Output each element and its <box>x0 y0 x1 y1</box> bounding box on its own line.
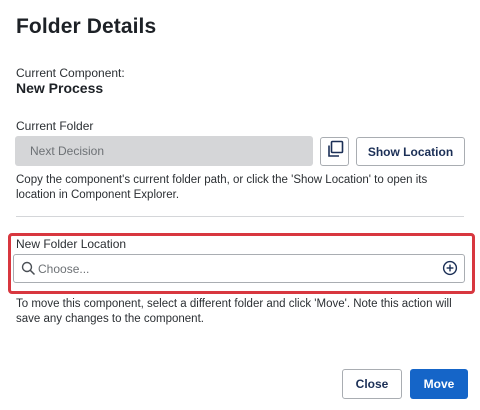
current-folder-label: Current Folder <box>16 119 94 133</box>
move-button[interactable]: Move <box>410 369 468 399</box>
current-folder-field: Next Decision <box>15 136 313 166</box>
search-icon <box>21 261 36 281</box>
close-button[interactable]: Close <box>342 369 402 399</box>
current-component-label: Current Component: <box>16 66 125 80</box>
new-folder-location-label: New Folder Location <box>16 237 127 251</box>
current-folder-help-text: Copy the component's current folder path… <box>16 174 428 201</box>
new-folder-location-input[interactable] <box>38 259 418 278</box>
divider <box>16 216 464 217</box>
show-location-button[interactable]: Show Location <box>356 137 465 166</box>
dialog-title: Folder Details <box>16 15 157 38</box>
current-component-value: New Process <box>16 80 104 96</box>
folder-details-dialog: Folder Details Current Component: New Pr… <box>0 0 480 410</box>
copy-folder-path-button[interactable] <box>320 137 349 166</box>
copy-icon <box>326 140 344 163</box>
new-folder-location-field[interactable] <box>13 254 465 283</box>
new-folder-help-text: To move this component, select a differe… <box>16 298 452 325</box>
add-circle-icon[interactable] <box>442 260 458 281</box>
